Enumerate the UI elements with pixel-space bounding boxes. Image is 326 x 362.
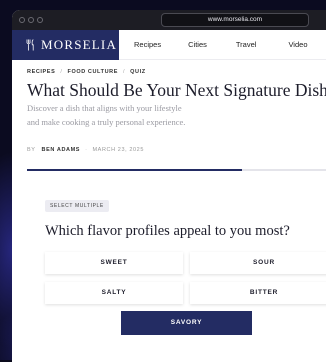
byline-separator: · bbox=[85, 147, 88, 153]
breadcrumb-food-culture[interactable]: FOOD CULTURE bbox=[68, 69, 118, 75]
select-multiple-badge: SELECT MULTIPLE bbox=[45, 200, 109, 212]
site-header: MORSELIA Recipes Cities Travel Video bbox=[12, 30, 326, 60]
window-close-dot[interactable] bbox=[19, 17, 25, 23]
window-zoom-dot[interactable] bbox=[37, 17, 43, 23]
window-minimize-dot[interactable] bbox=[28, 17, 34, 23]
nav-item-travel[interactable]: Travel bbox=[236, 40, 257, 49]
breadcrumb-quiz[interactable]: QUIZ bbox=[130, 69, 146, 75]
author-name[interactable]: BEN ADAMS bbox=[42, 147, 81, 153]
quiz-progress-fill bbox=[27, 169, 242, 171]
breadcrumb: RECIPES / FOOD CULTURE / QUIZ bbox=[27, 69, 146, 75]
breadcrumb-separator: / bbox=[60, 69, 63, 75]
brand-name: MORSELIA bbox=[41, 37, 118, 52]
option-savory-button[interactable]: SAVORY bbox=[121, 311, 252, 335]
page-title: What Should Be Your Next Signature Dish? bbox=[27, 80, 326, 100]
description-line: Discover a dish that aligns with your li… bbox=[27, 103, 182, 113]
nav-item-cities[interactable]: Cities bbox=[188, 40, 207, 49]
browser-chrome: www.morselia.com bbox=[12, 10, 326, 30]
nav-item-recipes[interactable]: Recipes bbox=[134, 40, 161, 49]
article-description: Discover a dish that aligns with your li… bbox=[27, 101, 185, 129]
brand-logo[interactable]: MORSELIA bbox=[12, 30, 119, 60]
byline: BY BEN ADAMS · MARCH 23, 2025 bbox=[27, 147, 144, 153]
breadcrumb-recipes[interactable]: RECIPES bbox=[27, 69, 55, 75]
option-bitter-button[interactable]: BITTER bbox=[190, 282, 326, 304]
browser-window: www.morselia.com MORSELIA Recipes Cities… bbox=[12, 10, 326, 362]
publish-date: MARCH 23, 2025 bbox=[92, 147, 145, 153]
option-salty-button[interactable]: SALTY bbox=[45, 282, 183, 304]
main-menu: Recipes Cities Travel Video bbox=[119, 30, 326, 60]
quiz-question: Which flavor profiles appeal to you most… bbox=[45, 223, 290, 239]
fork-knife-icon bbox=[26, 39, 34, 51]
breadcrumb-separator: / bbox=[122, 69, 126, 75]
address-bar[interactable]: www.morselia.com bbox=[161, 13, 309, 27]
option-sour-button[interactable]: SOUR bbox=[190, 252, 326, 274]
description-line: and make cooking a truly personal experi… bbox=[27, 117, 186, 127]
quiz-progress-bar bbox=[27, 169, 326, 171]
nav-item-video[interactable]: Video bbox=[288, 40, 307, 49]
option-sweet-button[interactable]: SWEET bbox=[45, 252, 183, 274]
by-label: BY bbox=[27, 147, 36, 153]
